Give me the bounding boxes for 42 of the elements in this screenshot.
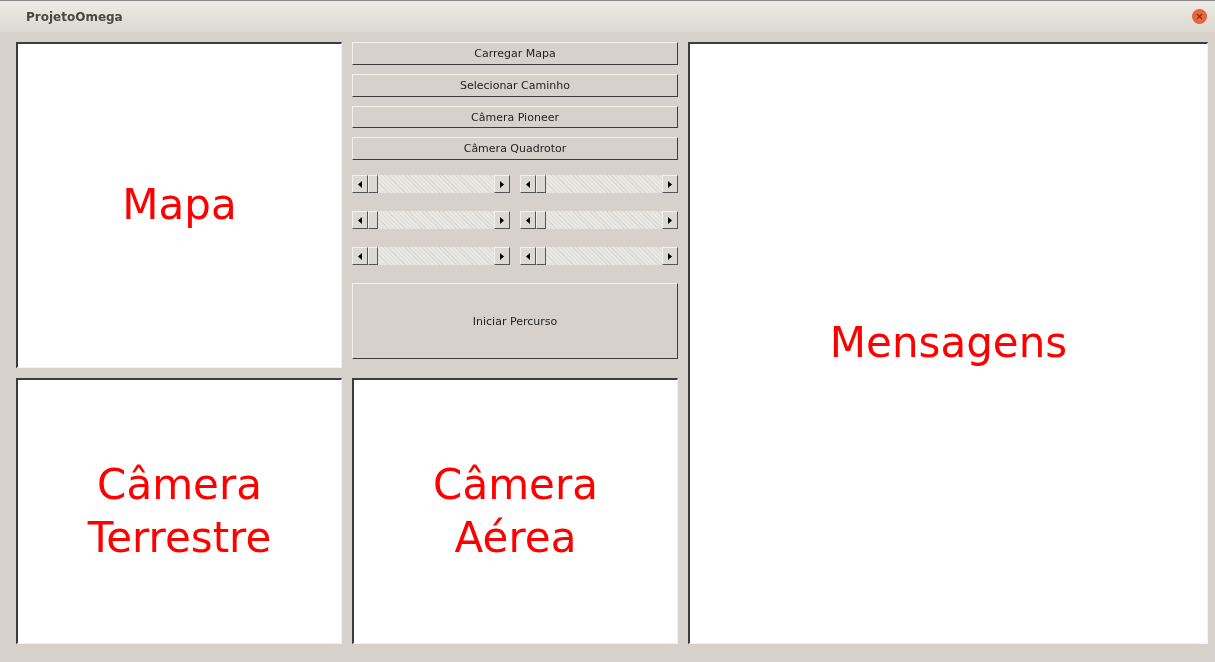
slider-thumb[interactable]: [368, 211, 378, 230]
left-triangle-icon: [358, 252, 362, 260]
slider-thumb[interactable]: [368, 247, 378, 266]
slider-thumb[interactable]: [536, 211, 546, 230]
action-button[interactable]: Câmera Pioneer: [352, 105, 678, 129]
left-arrow-button[interactable]: [352, 211, 368, 230]
slider-thumb[interactable]: [536, 247, 546, 266]
right-arrow-button[interactable]: [494, 211, 510, 230]
slider-thumb[interactable]: [536, 175, 546, 194]
start-route-button[interactable]: Iniciar Percurso: [352, 283, 678, 359]
left-arrow-button[interactable]: [352, 175, 368, 194]
right-arrow-button[interactable]: [494, 175, 510, 194]
left-arrow-button[interactable]: [520, 175, 536, 194]
right-arrow-button[interactable]: [662, 247, 678, 266]
left-arrow-button[interactable]: [520, 247, 536, 266]
right-triangle-icon: [500, 180, 504, 188]
right-triangle-icon: [668, 216, 672, 224]
action-button[interactable]: Selecionar Caminho: [352, 73, 678, 97]
right-arrow-button[interactable]: [662, 211, 678, 230]
left-triangle-icon: [358, 180, 362, 188]
left-arrow-button[interactable]: [352, 247, 368, 266]
left-triangle-icon: [526, 252, 530, 260]
panel-label: Mapa: [122, 179, 237, 232]
close-button[interactable]: [1192, 9, 1207, 24]
slider-thumb[interactable]: [368, 175, 378, 194]
action-button[interactable]: Carregar Mapa: [352, 42, 678, 65]
right-triangle-icon: [500, 216, 504, 224]
window-title: ProjetoOmega: [26, 9, 123, 24]
panel-label: Câmera Terrestre: [87, 459, 272, 564]
action-button[interactable]: Câmera Quadrotor: [352, 137, 678, 161]
right-triangle-icon: [668, 252, 672, 260]
close-icon: [1196, 13, 1203, 20]
left-triangle-icon: [358, 216, 362, 224]
right-triangle-icon: [500, 252, 504, 260]
right-arrow-button[interactable]: [662, 175, 678, 194]
right-triangle-icon: [668, 180, 672, 188]
left-triangle-icon: [526, 216, 530, 224]
left-arrow-button[interactable]: [520, 211, 536, 230]
left-triangle-icon: [526, 180, 530, 188]
panel-label: Câmera Aérea: [433, 459, 598, 564]
right-arrow-button[interactable]: [494, 247, 510, 266]
panel-label: Mensagens: [829, 317, 1068, 370]
